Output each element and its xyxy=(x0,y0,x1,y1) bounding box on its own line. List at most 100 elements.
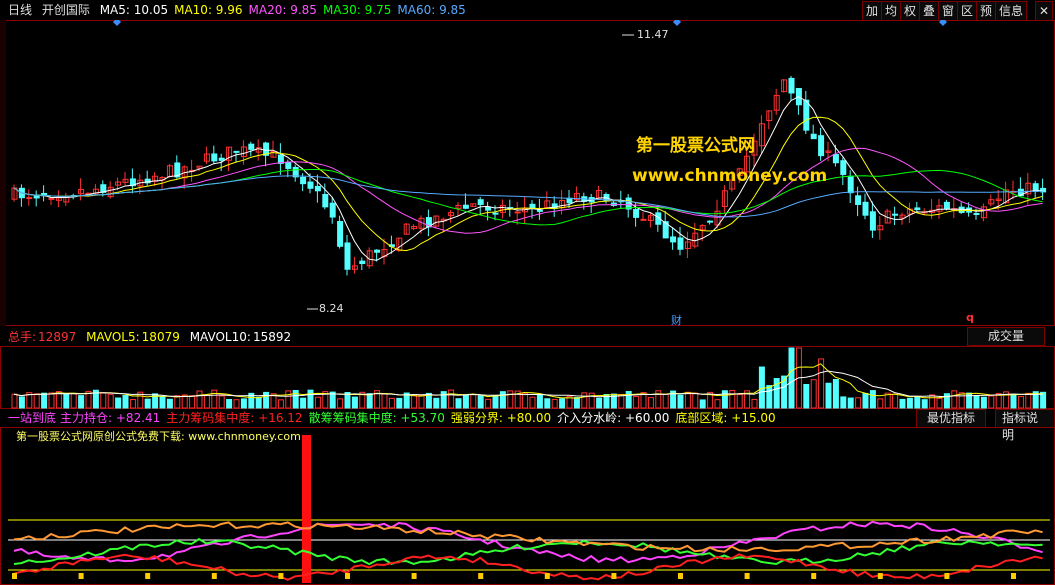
q-marker[interactable]: q xyxy=(966,311,974,324)
volume-bar xyxy=(470,394,477,409)
volume-bar xyxy=(951,390,958,409)
volume-bar xyxy=(892,393,899,409)
volume-bar xyxy=(233,399,240,409)
toolbar-button[interactable]: 窗 xyxy=(938,1,959,21)
volume-header: 总手: 12897 MAVOL5: 18079 MAVOL10: 15892 xyxy=(8,327,297,347)
event-marker xyxy=(113,20,121,26)
volume-bar xyxy=(581,392,588,409)
indicator-chart[interactable] xyxy=(0,427,1055,585)
volume-bar xyxy=(381,393,388,409)
candle-body xyxy=(329,202,336,218)
volume-bar xyxy=(869,390,876,409)
volume-bar xyxy=(995,393,1002,409)
bottom-marker xyxy=(944,573,950,579)
volume-selector-button[interactable]: 成交量 xyxy=(967,327,1046,346)
candle-body xyxy=(855,195,862,205)
candle-body xyxy=(892,213,899,216)
event-marker xyxy=(673,20,681,26)
volume-bar xyxy=(662,393,669,409)
volume-bar xyxy=(396,397,403,409)
candle-body xyxy=(359,260,366,265)
candle-body xyxy=(248,143,255,150)
volume-bar xyxy=(973,395,980,409)
volume-bar xyxy=(189,395,196,409)
volume-bar xyxy=(485,398,492,409)
volume-bar xyxy=(877,398,884,409)
volume-bar xyxy=(255,396,262,409)
volume-bar xyxy=(810,379,817,409)
candle-body xyxy=(337,220,344,247)
volume-bar xyxy=(159,396,166,409)
indicator-frame xyxy=(0,427,1055,585)
toolbar-button[interactable]: 信息 xyxy=(995,1,1028,21)
volume-bar xyxy=(596,397,603,409)
ma-legend-item: MA20: 9.85 xyxy=(248,3,317,17)
candle-body xyxy=(640,218,647,221)
candle-body xyxy=(788,77,795,94)
indicator-legend: 主力持仓: +82.41 主力筹码集中度: +16.12 散筹筹码集中度: +53.… xyxy=(60,411,782,425)
price-frame xyxy=(0,20,1055,326)
candle-body xyxy=(677,237,684,250)
volume-bar xyxy=(122,395,129,409)
volume-bar xyxy=(33,393,40,409)
price-header: 日线 开创国际 MA5: 10.05 MA10: 9.96 MA20: 9.85 MA… xyxy=(8,0,478,20)
volume-bar xyxy=(522,392,529,409)
bottom-marker xyxy=(678,573,683,579)
volume-bar xyxy=(684,391,691,409)
volume-bar xyxy=(48,392,55,409)
bottom-marker xyxy=(1011,573,1016,579)
stock-name: 开创国际 xyxy=(41,3,90,17)
main-concentration-line xyxy=(13,553,1043,581)
toolbar-button[interactable]: 均 xyxy=(881,1,902,21)
mavol10-label: MAVOL10: xyxy=(189,330,251,344)
volume-bar xyxy=(714,399,721,409)
candle-body xyxy=(300,176,307,185)
volume-bar xyxy=(855,397,862,409)
toolbar-button[interactable]: 加 xyxy=(862,1,883,21)
best-indicator-button[interactable]: 最优指标 xyxy=(916,409,987,428)
volume-bar xyxy=(492,395,499,409)
volume-chart[interactable] xyxy=(0,346,1055,409)
volume-bar xyxy=(766,385,773,409)
close-icon[interactable]: ✕ xyxy=(1035,1,1054,21)
volume-bar xyxy=(625,390,632,409)
volume-bar xyxy=(307,389,314,409)
volume-bar xyxy=(129,399,136,409)
finance-marker[interactable]: 财 xyxy=(671,312,682,328)
volume-bar xyxy=(144,398,151,409)
candle-body xyxy=(492,212,499,215)
high-price-label: 11.47 xyxy=(637,28,669,41)
volume-bar xyxy=(411,394,418,409)
toolbar-button[interactable]: 预 xyxy=(976,1,997,21)
bottom-marker xyxy=(478,573,484,579)
volume-bar xyxy=(366,393,373,409)
volume-bar xyxy=(721,390,728,409)
candle-body xyxy=(233,150,240,153)
volume-bar xyxy=(18,396,25,409)
signal-bar xyxy=(302,435,311,583)
volume-bar xyxy=(573,397,580,409)
indicator-legend-item: 主力筹码集中度: +16.12 xyxy=(166,411,303,425)
toolbar-button[interactable]: 区 xyxy=(957,1,978,21)
candle-body xyxy=(869,211,876,231)
volume-bar xyxy=(218,395,225,409)
candle-body xyxy=(818,135,825,157)
mavol5-label: MAVOL5: xyxy=(86,330,140,344)
indicator-name[interactable]: 一站到底 xyxy=(8,411,56,425)
toolbar-button[interactable]: 权 xyxy=(900,1,921,21)
volume-bar xyxy=(847,397,854,409)
volume-bar xyxy=(1017,396,1024,409)
ma-legend: MA5: 10.05 MA10: 9.96 MA20: 9.85 MA30: 9.75… xyxy=(100,3,472,17)
volume-bar xyxy=(906,397,913,409)
candle-body xyxy=(314,185,321,192)
volume-bar xyxy=(1010,394,1017,409)
volume-bar xyxy=(936,397,943,409)
price-chart[interactable] xyxy=(0,20,1055,326)
indicator-help-button[interactable]: 指标说明 xyxy=(995,409,1055,442)
volume-bar xyxy=(958,392,965,409)
candle-body xyxy=(514,211,521,214)
volume-bar xyxy=(277,399,284,409)
volume-bar xyxy=(633,395,640,409)
period-label[interactable]: 日线 xyxy=(8,3,32,17)
toolbar-button[interactable]: 叠 xyxy=(919,1,940,21)
